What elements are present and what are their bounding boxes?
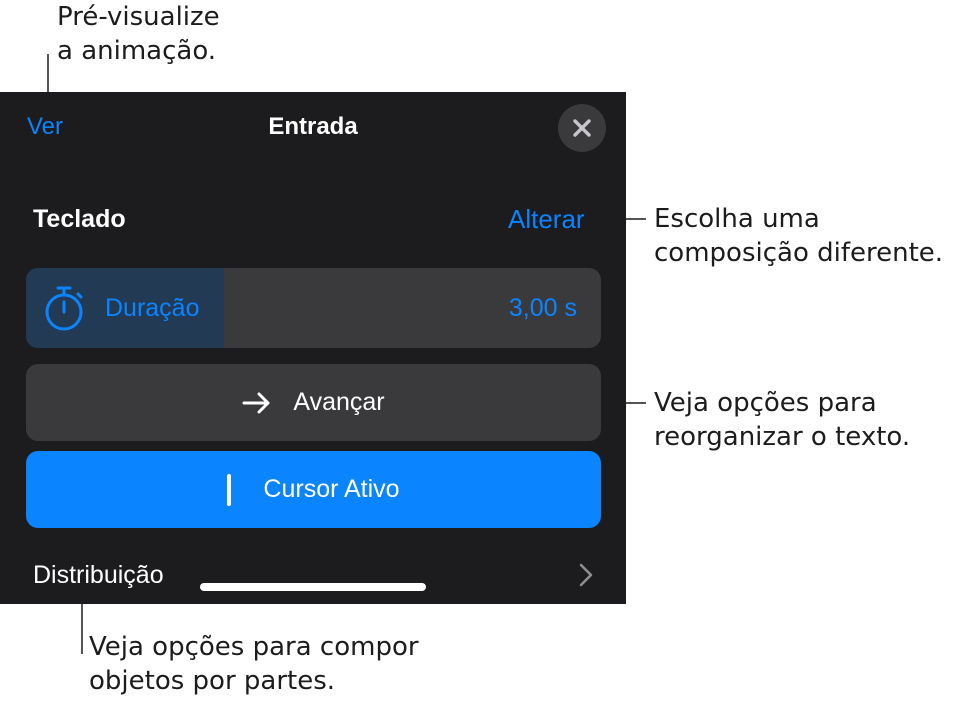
chevron-right-icon[interactable] <box>578 562 594 588</box>
duration-value: 3,00 s <box>508 294 577 322</box>
duration-slider[interactable]: Duração 3,00 s <box>26 268 601 348</box>
callout-composition-line-2: composição diferente. <box>654 238 944 268</box>
advance-button[interactable]: Avançar <box>26 364 601 441</box>
panel-title: Entrada <box>268 113 358 140</box>
callout-parts-line-1: Veja opções para compor <box>89 632 419 662</box>
active-cursor-button[interactable]: Cursor Ativo <box>26 451 601 528</box>
close-button[interactable] <box>558 104 606 152</box>
arrow-right-icon <box>242 392 270 413</box>
duration-label: Duração <box>105 294 200 322</box>
callout-reorganize-line-2: reorganizar o texto. <box>654 422 911 452</box>
change-composition-button[interactable]: Alterar <box>508 202 585 236</box>
callout-reorganize-line-1: Veja opções para <box>654 388 877 418</box>
text-cursor-icon <box>227 473 232 506</box>
distribution-item[interactable]: Distribuição <box>33 559 164 591</box>
home-indicator <box>200 583 426 591</box>
callout-preview-line-1: Pré-visualize <box>57 2 220 32</box>
timer-icon <box>45 286 83 331</box>
callout-reorganize: Veja opções para reorganizar o texto. <box>654 386 910 454</box>
callout-parts-line-2: objetos por partes. <box>89 666 336 696</box>
callout-preview-line-2: a animação. <box>57 36 217 66</box>
close-icon <box>573 119 591 137</box>
callout-preview: Pré-visualize a animação. <box>57 0 220 68</box>
active-cursor-label: Cursor Ativo <box>263 475 400 503</box>
callout-composition: Escolha uma composição diferente. <box>654 202 943 270</box>
advance-label: Avançar <box>293 388 385 416</box>
composition-label: Teclado <box>33 205 126 233</box>
callout-composition-line-1: Escolha uma <box>654 204 820 234</box>
callout-parts: Veja opções para compor objetos por part… <box>89 630 419 698</box>
